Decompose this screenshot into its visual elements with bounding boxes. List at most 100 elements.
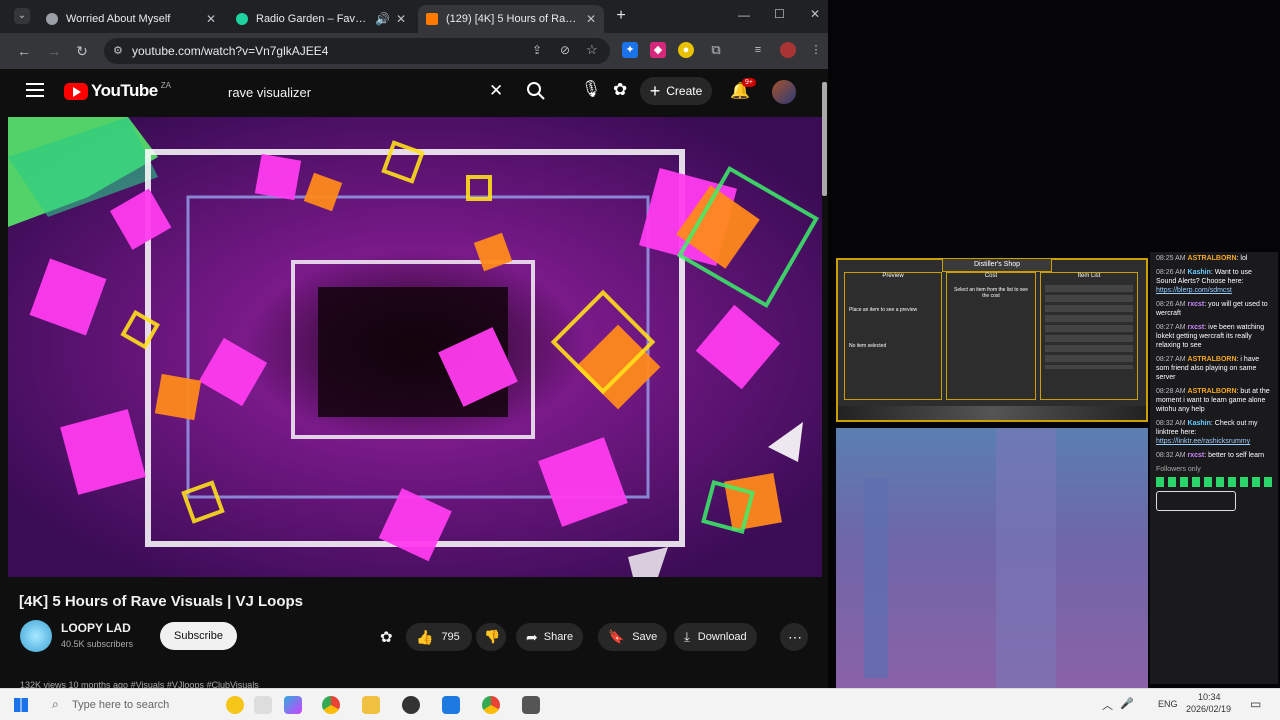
- preview-column: Preview Place an item to see a preview N…: [844, 272, 942, 400]
- account-avatar[interactable]: [772, 80, 796, 104]
- dislike-button[interactable]: 👎: [476, 623, 506, 651]
- chrome-profile-icon[interactable]: [482, 696, 500, 714]
- chat-link[interactable]: https://blerp.com/sdmcst: [1156, 287, 1232, 294]
- like-count: 795: [441, 631, 460, 643]
- profile-avatar[interactable]: [780, 42, 796, 58]
- webcam-feed: [836, 428, 1148, 688]
- menu-kebab-icon[interactable]: ⋮: [808, 42, 824, 58]
- toolbar: ← → ↻ ⚙ youtube.com/watch?v=Vn7glkAJEE4 …: [0, 33, 828, 69]
- obs-icon[interactable]: [402, 696, 420, 714]
- reload-icon[interactable]: ↻: [72, 41, 92, 61]
- save-label: Save: [632, 631, 658, 643]
- speaker-icon[interactable]: 🔊: [375, 12, 390, 26]
- language-indicator[interactable]: ENG: [1158, 699, 1178, 709]
- channel-avatar[interactable]: [20, 620, 52, 652]
- search-value: rave visualizer: [228, 84, 312, 100]
- close-icon[interactable]: ✕: [396, 12, 406, 26]
- clock-date[interactable]: 2026/02/19: [1186, 704, 1231, 714]
- like-button[interactable]: 👍 795: [406, 623, 472, 651]
- thumbs-up-icon: 👍: [416, 628, 434, 645]
- close-icon[interactable]: ✕: [206, 12, 216, 26]
- chat-message: 08:32 AM rxcst: better to self learn: [1156, 452, 1265, 459]
- youtube-logo[interactable]: YouTube ZA: [64, 81, 171, 101]
- game-hotbar: [838, 406, 1146, 420]
- back-icon[interactable]: ←: [14, 41, 34, 61]
- microphone-tray-icon[interactable]: 🎤: [1120, 697, 1134, 710]
- extension-puzzle-icon[interactable]: ✦: [622, 42, 638, 58]
- tab-title: Worried About Myself: [66, 13, 171, 25]
- extension-yellow-icon[interactable]: ●: [678, 42, 694, 58]
- extensions-icon[interactable]: ⧉: [708, 42, 724, 58]
- chat-link[interactable]: https://linktr.ee/rashicksrummy: [1156, 438, 1250, 445]
- widget-icon[interactable]: [226, 696, 244, 714]
- url-text: youtube.com/watch?v=Vn7glkAJEE4: [132, 44, 329, 58]
- eye-off-icon[interactable]: ⊘: [560, 43, 570, 57]
- maximize-icon[interactable]: ☐: [774, 7, 785, 21]
- more-actions-button[interactable]: ⋯: [780, 623, 808, 651]
- extension-pink-icon[interactable]: ◆: [650, 42, 666, 58]
- tab-youtube[interactable]: (129) [4K] 5 Hours of Rave Visu ✕: [418, 5, 604, 33]
- clock-time[interactable]: 10:34: [1198, 692, 1221, 702]
- tab-favicon-icon: [426, 13, 438, 25]
- sparkle-icon[interactable]: ✿: [380, 628, 393, 646]
- new-tab-button[interactable]: +: [612, 7, 630, 25]
- preview-note-2: No item selected: [849, 343, 887, 349]
- tab-favicon-icon: [46, 13, 58, 25]
- download-button[interactable]: ⤓ Download: [674, 623, 757, 651]
- chrome-icon[interactable]: [322, 696, 340, 714]
- youtube-header: YouTube ZA rave visualizer ✕ 🎙 ✿ + Creat…: [0, 69, 828, 115]
- item-list-column: Item List: [1040, 272, 1138, 400]
- address-bar[interactable]: ⚙ youtube.com/watch?v=Vn7glkAJEE4 ⇪ ⊘ ☆: [104, 38, 610, 64]
- install-icon[interactable]: ⇪: [532, 43, 542, 57]
- chat-message: 08:25 AM ASTRALBORN: lol: [1156, 255, 1248, 262]
- minimize-icon[interactable]: —: [738, 8, 750, 22]
- share-label: Share: [543, 631, 574, 643]
- chat-message: 08:26 AM rxcst: you will get used to wer…: [1156, 301, 1268, 317]
- channel-name[interactable]: LOOPY LAD: [61, 621, 131, 635]
- tab-radio-garden[interactable]: Radio Garden – Favorites 🔊 ✕: [228, 5, 414, 33]
- page-scrollbar[interactable]: [822, 82, 827, 196]
- search-input[interactable]: rave visualizer: [216, 77, 518, 107]
- site-info-icon[interactable]: ⚙: [113, 44, 123, 57]
- save-button[interactable]: 🔖 Save: [598, 623, 668, 651]
- tab-worried[interactable]: Worried About Myself ✕: [38, 5, 224, 33]
- notification-center-icon[interactable]: ▭: [1250, 697, 1261, 711]
- cost-column: Cost Select an item from the list to see…: [946, 272, 1036, 400]
- app-icon[interactable]: [442, 696, 460, 714]
- chat-message: 08:32 AM Kashin: Check out my linktree h…: [1156, 420, 1258, 445]
- create-button[interactable]: + Create: [640, 77, 712, 105]
- task-view-icon[interactable]: [254, 696, 272, 714]
- windows-start-icon[interactable]: [14, 698, 28, 712]
- share-icon: ➦: [526, 628, 538, 645]
- bookmark-star-icon[interactable]: ☆: [586, 42, 598, 58]
- close-icon[interactable]: ✕: [586, 12, 596, 26]
- tab-title: Radio Garden – Favorites: [256, 13, 369, 25]
- game-ui-panel: Distiller's Shop Preview Place an item t…: [836, 258, 1148, 422]
- taskbar-search-input[interactable]: Type here to search: [72, 699, 169, 711]
- tab-favicon-icon: [236, 13, 248, 25]
- voice-search-icon[interactable]: 🎙: [580, 79, 602, 101]
- forward-icon[interactable]: →: [44, 41, 64, 61]
- subscribe-button[interactable]: Subscribe: [160, 622, 237, 650]
- search-icon[interactable]: [526, 81, 546, 101]
- media-player-icon[interactable]: [522, 696, 540, 714]
- hamburger-menu-icon[interactable]: [26, 83, 44, 97]
- desc-line: 132K views 10 months ago #Visuals #VJloo…: [20, 680, 259, 688]
- video-player[interactable]: [8, 117, 822, 577]
- bookmark-icon: 🔖: [608, 629, 625, 644]
- share-button[interactable]: ➦ Share: [516, 623, 584, 651]
- copilot-icon[interactable]: [284, 696, 302, 714]
- close-window-icon[interactable]: ✕: [810, 7, 820, 21]
- shop-title: Distiller's Shop: [942, 258, 1052, 272]
- logo-text: YouTube: [91, 81, 158, 100]
- tray-chevron-icon[interactable]: ︿: [1102, 697, 1113, 713]
- subscribe-label: Subscribe: [174, 630, 223, 642]
- chat-input[interactable]: [1156, 491, 1236, 511]
- tab-search-icon[interactable]: ⌄: [14, 8, 30, 24]
- region-code: ZA: [160, 81, 171, 90]
- extension-gear-icon[interactable]: ✿: [613, 80, 633, 100]
- followers-only-label: Followers only: [1156, 466, 1201, 473]
- file-explorer-icon[interactable]: [362, 696, 380, 714]
- clear-search-icon[interactable]: ✕: [489, 81, 503, 101]
- media-controls-icon[interactable]: ≡: [750, 42, 766, 58]
